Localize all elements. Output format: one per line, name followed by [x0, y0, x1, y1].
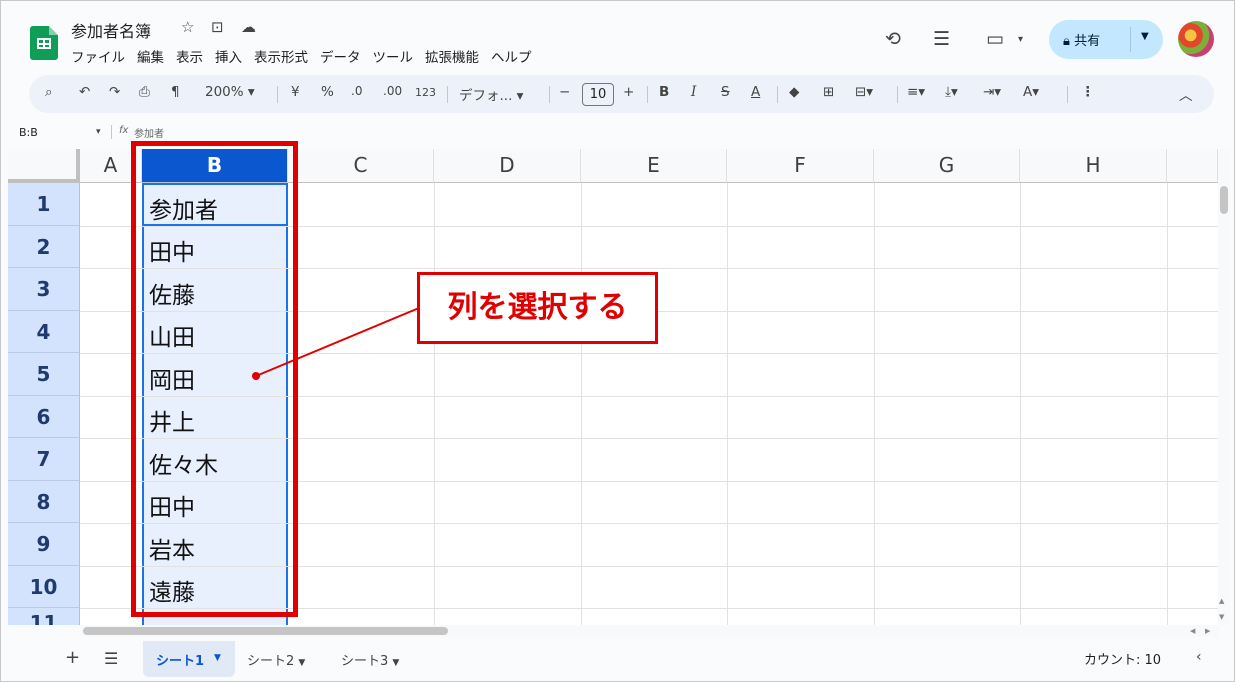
undo-icon[interactable]: ↶ — [79, 84, 90, 100]
menu-format[interactable]: 表示形式 — [254, 46, 308, 66]
star-icon[interactable]: ☆ — [181, 18, 194, 36]
menu-insert[interactable]: 挿入 — [215, 46, 242, 66]
scroll-up-arrow-icon[interactable]: ▲ — [1219, 597, 1224, 605]
font-select[interactable]: デフォ... ▾ — [459, 84, 523, 104]
toolbar: ⌕ ↶ ↷ ⎙ ¶ 200% ▾ ¥ % .0 .00 123 デフォ... ▾… — [29, 75, 1214, 113]
share-label: 共有 — [1074, 34, 1101, 49]
row-header-11[interactable]: 11 — [8, 608, 80, 625]
move-folder-icon[interactable]: ⊡ — [211, 18, 224, 36]
sheet-tab-3[interactable]: シート3 ▼ — [341, 650, 399, 669]
row-header-10[interactable]: 10 — [8, 566, 80, 608]
text-wrapping-icon[interactable]: ⇥▾ — [983, 84, 1001, 100]
decrease-decimal-button[interactable]: .0 — [351, 84, 362, 98]
formula-input[interactable]: 参加者 — [134, 125, 164, 140]
collapse-toolbar-icon[interactable]: ︿ — [1179, 84, 1193, 104]
sheet-tab-3-dropdown-icon: ▼ — [392, 658, 400, 668]
strikethrough-button[interactable]: S — [721, 84, 730, 100]
column-header-d[interactable]: D — [434, 149, 581, 183]
bold-button[interactable]: B — [659, 84, 669, 100]
horizontal-scroll-thumb[interactable] — [83, 627, 448, 635]
meet-dropdown-icon[interactable]: ▾ — [1018, 34, 1023, 45]
meet-video-icon[interactable]: ▭ — [986, 28, 1004, 50]
share-button[interactable]: 🔒︎ 共有 ▼ — [1049, 20, 1163, 59]
share-dropdown-icon[interactable]: ▼ — [1141, 31, 1149, 42]
select-all-corner[interactable] — [8, 149, 80, 183]
row-header-3[interactable]: 3 — [8, 268, 80, 311]
scroll-left-arrow-icon[interactable]: ◀ — [1190, 627, 1195, 635]
scroll-down-arrow-icon[interactable]: ▼ — [1219, 613, 1224, 621]
add-sheet-icon[interactable]: + — [65, 647, 80, 668]
row-header-6[interactable]: 6 — [8, 396, 80, 438]
sheet-tab-1[interactable]: シート1 ▼ — [143, 641, 235, 677]
italic-button[interactable]: I — [691, 84, 696, 100]
search-menus-icon[interactable]: ⌕ — [45, 84, 53, 100]
menu-data[interactable]: データ — [320, 46, 361, 66]
menu-file[interactable]: ファイル — [71, 46, 125, 66]
sheets-logo-icon[interactable] — [30, 26, 58, 60]
row-header-2[interactable]: 2 — [8, 226, 80, 268]
font-size-decrease-button[interactable]: − — [559, 84, 570, 100]
version-history-icon[interactable]: ⟲ — [885, 28, 901, 50]
column-header-h[interactable]: H — [1020, 149, 1167, 183]
vertical-align-icon[interactable]: ⤓▾ — [945, 84, 958, 100]
redo-icon[interactable]: ↷ — [109, 84, 120, 100]
name-box-dropdown-icon[interactable]: ▾ — [96, 127, 101, 137]
document-title[interactable]: 参加者名簿 — [71, 18, 151, 42]
row-header-7[interactable]: 7 — [8, 438, 80, 481]
sheet-tab-1-dropdown-icon[interactable]: ▼ — [214, 653, 221, 663]
currency-format-button[interactable]: ¥ — [291, 84, 300, 100]
menu-view[interactable]: 表示 — [176, 46, 203, 66]
more-options-icon[interactable]: ⋮ — [1081, 84, 1095, 100]
row-header-8[interactable]: 8 — [8, 481, 80, 523]
vertical-scroll-thumb[interactable] — [1220, 186, 1228, 214]
text-rotation-icon[interactable]: A▾ — [1023, 84, 1039, 100]
menu-extensions[interactable]: 拡張機能 — [425, 46, 479, 66]
row-header-5[interactable]: 5 — [8, 353, 80, 396]
menu-help[interactable]: ヘルプ — [491, 46, 532, 66]
side-panel-toggle-icon[interactable]: ‹ — [1196, 649, 1202, 665]
sheet-tab-1-label: シート1 — [156, 654, 205, 669]
borders-icon[interactable]: ⊞ — [823, 84, 834, 100]
comments-icon[interactable]: ☰ — [933, 28, 950, 50]
row-header-4[interactable]: 4 — [8, 311, 80, 353]
number-format-button[interactable]: 123 — [415, 86, 436, 99]
increase-decimal-button[interactable]: .00 — [383, 84, 402, 98]
merge-cells-icon[interactable]: ⊟▾ — [855, 84, 873, 100]
font-size-input[interactable]: 10 — [582, 83, 614, 106]
all-sheets-icon[interactable]: ☰ — [104, 649, 118, 668]
font-size-increase-button[interactable]: + — [623, 84, 634, 100]
fill-color-icon[interactable]: ◆ — [789, 84, 799, 100]
column-header-e[interactable]: E — [581, 149, 727, 183]
vertical-scrollbar[interactable] — [1218, 149, 1230, 625]
menu-edit[interactable]: 編集 — [137, 46, 164, 66]
column-header-f[interactable]: F — [727, 149, 874, 183]
sheet-tab-2[interactable]: シート2 ▼ — [247, 650, 305, 669]
lock-icon: 🔒︎ — [1063, 34, 1075, 49]
name-box[interactable]: B:B — [19, 126, 38, 139]
print-icon[interactable]: ⎙ — [139, 84, 150, 100]
row-header-9[interactable]: 9 — [8, 523, 80, 566]
column-header-i[interactable] — [1167, 149, 1218, 183]
scroll-right-arrow-icon[interactable]: ▶ — [1205, 627, 1210, 635]
paint-format-icon[interactable]: ¶ — [171, 84, 180, 100]
annotation-highlight-box — [131, 141, 298, 617]
row-header-1[interactable]: 1 — [8, 183, 80, 226]
cloud-status-icon[interactable]: ☁ — [241, 18, 256, 36]
count-status[interactable]: カウント: 10 — [1084, 649, 1161, 668]
text-color-button[interactable]: A — [751, 84, 760, 100]
fx-icon: fx — [119, 125, 129, 136]
menu-tools[interactable]: ツール — [373, 46, 414, 66]
horizontal-align-icon[interactable]: ≡▾ — [907, 84, 925, 100]
column-header-g[interactable]: G — [874, 149, 1020, 183]
spreadsheet-app: 参加者名簿 ☆ ⊡ ☁ ファイル 編集 表示 挿入 表示形式 データ ツール 拡… — [0, 0, 1235, 682]
sheet-tab-2-dropdown-icon: ▼ — [298, 658, 306, 668]
column-header-c[interactable]: C — [288, 149, 434, 183]
menu-bar: ファイル 編集 表示 挿入 表示形式 データ ツール 拡張機能 ヘルプ — [71, 46, 532, 66]
annotation-callout: 列を選択する — [417, 272, 658, 344]
avatar[interactable] — [1178, 21, 1214, 57]
percent-format-button[interactable]: % — [321, 84, 334, 100]
zoom-select[interactable]: 200% ▾ — [205, 84, 255, 100]
annotation-dot — [252, 372, 260, 380]
